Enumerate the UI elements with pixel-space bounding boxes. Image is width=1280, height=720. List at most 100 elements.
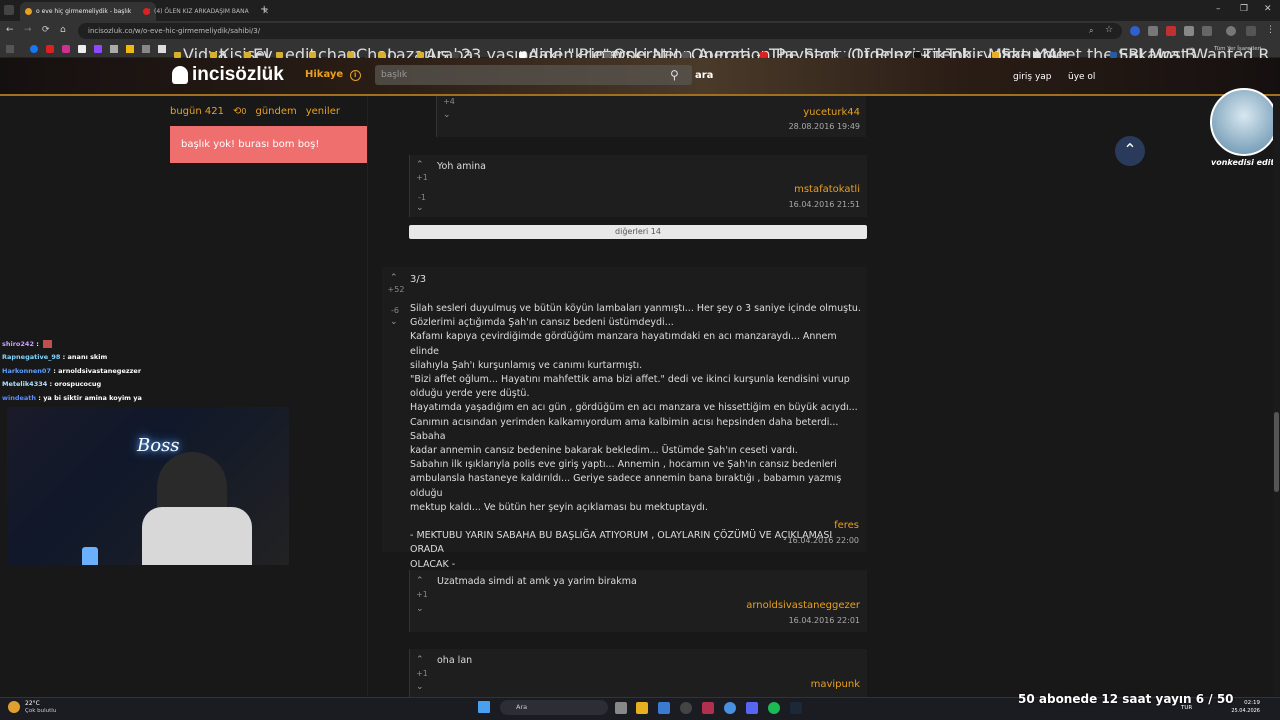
forward-button[interactable]: → [24, 25, 32, 35]
bookmark-icon[interactable] [158, 45, 166, 53]
youtube-icon[interactable] [46, 45, 54, 53]
upvote-arrow-icon[interactable]: ⌃ [390, 274, 398, 283]
entry-date[interactable]: 16.04.2016 22:00 [700, 536, 859, 545]
upvote-arrow-icon[interactable]: ⌃ [416, 161, 424, 170]
twitch-icon[interactable] [94, 45, 102, 53]
extension-icon[interactable] [1130, 26, 1140, 36]
search-input[interactable]: başlık [375, 65, 692, 85]
entry-author[interactable]: feres [700, 520, 859, 531]
login-link[interactable]: giriş yap [1013, 72, 1052, 82]
facebook-icon[interactable] [30, 45, 38, 53]
upvote-arrow-icon[interactable]: ⌃ [416, 656, 424, 665]
search-button[interactable]: ara [695, 70, 713, 81]
entry-date[interactable]: 16.04.2016 22:01 [700, 616, 860, 625]
upvote-arrow-icon[interactable]: ⌃ [416, 577, 424, 586]
vote-count: +1 [416, 173, 428, 182]
downvote-arrow-icon[interactable]: ⌄ [443, 111, 451, 120]
tab-search-icon[interactable] [4, 5, 14, 15]
site-favicon-icon [25, 8, 32, 15]
chat-message: Rapnegative_98 : ananı skim [2, 353, 107, 361]
empty-topics-box: başlık yok! burası bom boş! [170, 126, 367, 163]
clock-date[interactable]: 25.04.2026 [1222, 708, 1260, 714]
chat-username: Harkonnen07 [2, 367, 51, 375]
entry-author[interactable]: mstafatokatli [700, 184, 860, 195]
back-button[interactable]: ← [6, 25, 14, 35]
taskbar-search[interactable]: Ara [500, 700, 608, 715]
site-logo[interactable]: incisözlük [172, 64, 284, 86]
entry-date[interactable]: 28.08.2016 19:49 [700, 122, 860, 131]
discord-icon[interactable] [746, 702, 758, 714]
bugun-link[interactable]: bugün 421 [170, 106, 224, 117]
entry-author[interactable]: arnoldsivastaneggezer [640, 600, 860, 611]
folder-icon [992, 51, 999, 58]
water-bottle [82, 547, 98, 565]
url-text: incisozluk.co/w/o-eve-hic-girmemeliydik/… [88, 27, 261, 35]
tab-1[interactable]: o eve hiç girmemeliydik - başlık ✕ [20, 2, 156, 21]
profile-avatar[interactable] [1226, 26, 1236, 36]
task-view-icon[interactable] [615, 702, 627, 714]
page-scrollbar[interactable] [1273, 96, 1280, 696]
hikaye-link[interactable]: Hikaye i [305, 69, 361, 81]
language-indicator[interactable]: TUR [1181, 705, 1192, 711]
menu-kebab-icon[interactable]: ⋮ [1266, 25, 1275, 35]
chrome-icon[interactable] [724, 702, 736, 714]
search-icon[interactable]: ⚲ [670, 68, 679, 82]
download-icon[interactable] [1246, 26, 1256, 36]
entry-author[interactable]: mavipunk [700, 679, 860, 690]
downvote-arrow-icon[interactable]: ⌄ [390, 318, 398, 327]
clock-time[interactable]: 02:19 [1230, 700, 1260, 706]
entry-text: Uzatmada simdi at amk ya yarim birakma [437, 576, 637, 587]
maximize-button[interactable]: ❐ [1240, 4, 1248, 14]
folder-icon [760, 51, 767, 58]
obs-icon[interactable] [680, 702, 692, 714]
yeniler-link[interactable]: yeniler [306, 106, 340, 117]
taskbar-app-icon[interactable] [702, 702, 714, 714]
cat-avatar [1210, 88, 1278, 156]
minimize-button[interactable]: – [1216, 4, 1221, 14]
extension-icon[interactable] [1184, 26, 1194, 36]
debe-link[interactable]: ⟲0 [233, 106, 246, 117]
show-others-button[interactable]: diğerleri 14 [409, 225, 867, 239]
chat-username: windeath [2, 394, 37, 402]
binance-icon[interactable] [126, 45, 134, 53]
zoom-icon[interactable]: ⌕ [1089, 26, 1093, 36]
star-icon[interactable]: ☆ [1105, 25, 1113, 35]
apps-grid-icon[interactable] [6, 45, 14, 53]
entry-date[interactable]: 16.04.2016 21:51 [700, 200, 860, 209]
address-bar[interactable]: incisozluk.co/w/o-eve-hic-girmemeliydik/… [78, 23, 1122, 39]
taskbar-app-icon[interactable] [658, 702, 670, 714]
left-nav: bugün 421 ⟲0 gündem yeniler [170, 106, 340, 117]
windows-start-icon[interactable] [478, 701, 490, 713]
new-tab-button[interactable]: + [260, 4, 268, 15]
folder-icon [682, 51, 689, 58]
close-window-button[interactable]: ✕ [1264, 4, 1272, 14]
extensions-puzzle-icon[interactable] [1202, 26, 1212, 36]
entry-text: Silah sesleri duyulmuş ve bütün köyün la… [410, 303, 861, 570]
steam-icon[interactable] [790, 702, 802, 714]
all-bookmarks-button[interactable]: Tüm Yer İşaretleri [1214, 46, 1261, 52]
tab-2[interactable]: (4) ÖLEN KIZ ARKADAŞIM BANA ✕ [138, 2, 274, 21]
scroll-top-button[interactable]: ⌃ [1115, 136, 1145, 166]
file-explorer-icon[interactable] [636, 702, 648, 714]
folder-icon [244, 51, 251, 58]
bookmarks-more-button[interactable]: » [1190, 45, 1194, 53]
spotify-icon[interactable] [768, 702, 780, 714]
bookmark-icon[interactable] [142, 45, 150, 53]
downvote-arrow-icon[interactable]: ⌄ [416, 683, 424, 692]
extension-icon[interactable] [1148, 26, 1158, 36]
downvote-arrow-icon[interactable]: ⌄ [416, 605, 424, 614]
weather-icon[interactable] [8, 701, 20, 713]
downvote-arrow-icon[interactable]: ⌄ [416, 204, 424, 213]
scrollbar-thumb[interactable] [1274, 412, 1279, 492]
signup-link[interactable]: üye ol [1068, 72, 1095, 82]
gundem-link[interactable]: gündem [255, 106, 296, 117]
reload-button[interactable]: ⟳ [42, 25, 50, 35]
chat-username: Rapnegative_98 [2, 353, 61, 361]
x-twitter-icon[interactable] [78, 45, 86, 53]
instagram-icon[interactable] [62, 45, 70, 53]
extension-icon[interactable] [1166, 26, 1176, 36]
home-button[interactable]: ⌂ [60, 25, 66, 35]
entry-author[interactable]: yuceturk44 [700, 107, 860, 118]
bookmark-icon[interactable] [110, 45, 118, 53]
weather-temp[interactable]: 22°C [25, 700, 40, 707]
